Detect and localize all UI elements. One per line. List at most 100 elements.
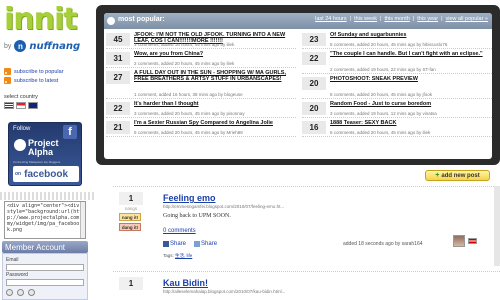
vote-count: 21 — [106, 121, 130, 134]
vote-label: nangs — [124, 206, 138, 211]
post-title-link[interactable]: A FULL DAY OUT IN THE SUN - SHOPPING W/ … — [134, 70, 294, 82]
popular-panel-inner: most popular: last 24 hours | this week … — [104, 13, 492, 159]
view-all-popular-link[interactable]: view all popular » — [446, 16, 489, 22]
post-url: http://alleselemahalap.blogspot.com/2010… — [163, 289, 286, 294]
vote-box: 1 nangs nang it! dang it! — [119, 192, 143, 231]
vote-count: 16 — [302, 121, 326, 134]
project-alpha-title-line2: Alpha — [28, 147, 54, 157]
plus-icon: + — [435, 172, 440, 179]
tag-link[interactable]: 生活, life — [175, 253, 192, 258]
posted-by: added 18 seconds ago by sarah164 — [343, 241, 423, 247]
tags-label: Tags: — [163, 253, 174, 258]
post-meta: 3 comments, added 20 hours, 45 mins ago … — [134, 111, 245, 116]
post-title-link[interactable]: "The couple I can handle. But I can't fi… — [330, 51, 490, 57]
tab-this-year[interactable]: this year — [417, 16, 438, 22]
vote-count: 27 — [106, 71, 130, 84]
by-label: by — [4, 42, 12, 50]
flag-australia-icon[interactable] — [28, 102, 38, 109]
post-meta: 3 comments, added 16 hours, 45 mins ago … — [134, 42, 235, 47]
popular-icon — [107, 17, 115, 25]
facebook-wordmark: facebook — [24, 168, 69, 180]
member-account-header: Member Account — [2, 241, 88, 253]
project-alpha-tagline: Connecting Malaysia's top bloggers — [13, 160, 61, 164]
post-meta: 2 comments, added 20 hours, 45 mins ago … — [134, 61, 235, 66]
password-label: Password — [6, 272, 28, 278]
nuffnang-icon: n — [14, 40, 27, 52]
select-country-label: select country — [4, 94, 38, 100]
tab-this-week[interactable]: this week — [354, 16, 377, 22]
avatar[interactable] — [453, 235, 465, 247]
share-label: Share — [170, 241, 187, 247]
post-title-link[interactable]: I'm a Sexier Russian Spy Compared to Ang… — [134, 120, 294, 126]
popular-item: 23 Of Sunday and sugarbunnies 5 comments… — [302, 31, 492, 49]
nang-it-button[interactable]: nang it! — [119, 213, 141, 221]
post-meta: 3 comments, added 19 hours, 12 mins ago … — [330, 111, 437, 116]
login-option-icon[interactable] — [6, 289, 13, 296]
rss-icon — [4, 77, 11, 84]
vote-count: 31 — [106, 52, 130, 65]
post-meta: 2 comments, added 19 hours, 22 mins ago … — [330, 67, 436, 72]
project-alpha-logo-icon — [14, 139, 26, 151]
flag-singapore-icon[interactable] — [16, 102, 26, 109]
vote-count: 1 — [119, 192, 143, 205]
subscribe-popular-link[interactable]: subscribe to popular — [4, 68, 64, 75]
facebook-badge: on facebook — [13, 166, 79, 182]
post-url: http://emmesngamfei.blogspot.com/2010/07… — [163, 204, 285, 209]
member-account-form: Email Password — [2, 253, 88, 300]
post-meta: 5 comments, added 20 hours, 45 mins ago … — [134, 130, 243, 135]
dang-it-button[interactable]: dang it! — [119, 223, 141, 231]
post-title-link[interactable]: Random Food - Just to curse boredom — [330, 101, 490, 107]
post-title-link[interactable]: Of Sunday and sugarbunnies — [330, 32, 490, 38]
post-tags: Tags: 生活, life — [163, 253, 192, 259]
scrollbar[interactable] — [494, 186, 500, 266]
flag-malaysia-icon[interactable] — [4, 102, 14, 109]
post-title-link[interactable]: 1888 Teaser: SEXY BACK — [330, 120, 490, 126]
login-option-icon[interactable] — [28, 289, 35, 296]
popular-item: 20 Random Food - Just to curse boredom 3… — [302, 100, 492, 118]
embed-code-text: <div align="center"><div style="backgrou… — [7, 203, 83, 233]
innit-logo[interactable]: innit — [4, 2, 78, 37]
by-nuffnang[interactable]: by n nuffnang — [4, 40, 80, 52]
popular-item: 31 Wow, are you from China? 2 comments, … — [106, 50, 296, 68]
feed-item: 1 nangs nang it! dang it! Feeling emo ht… — [113, 186, 500, 266]
project-alpha-title: Project Alpha — [28, 139, 59, 157]
share-icon — [194, 241, 201, 247]
country-flags — [4, 102, 38, 109]
post-excerpt: Going back to UPM SOON. — [163, 213, 231, 219]
popular-item: 22 "The couple I can handle. But I can't… — [302, 50, 492, 74]
rss-icon — [4, 68, 11, 75]
add-new-post-button[interactable]: + add new post — [425, 170, 490, 181]
tab-this-month[interactable]: this month — [384, 16, 409, 22]
facebook-share-button[interactable]: Share — [163, 241, 186, 247]
textarea-scrollbar[interactable] — [80, 202, 85, 238]
popular-column-left: 45 JFOOK: I'M NOT THE OLD JFOOK. TURNING… — [106, 31, 296, 138]
vote-count: 20 — [302, 102, 326, 115]
share-button[interactable]: Share — [194, 241, 217, 247]
vote-count: 20 — [302, 77, 326, 90]
post-title-link[interactable]: PHOTOSHOOT: SNEAK PREVIEW — [330, 76, 490, 82]
post-title-link[interactable]: Kau Bidin! — [163, 278, 208, 288]
auth-options — [6, 289, 84, 296]
post-title-link[interactable]: It's harder than I thought — [134, 101, 294, 107]
tab-last-24-hours[interactable]: last 24 hours — [315, 16, 347, 22]
popular-item: 20 PHOTOSHOOT: SNEAK PREVIEW 8 comments,… — [302, 75, 492, 99]
nuffnang-wordmark: nuffnang — [29, 40, 81, 52]
on-label: on — [15, 171, 22, 177]
embed-code-textarea[interactable]: <div align="center"><div style="backgrou… — [4, 201, 86, 239]
popular-tabs: last 24 hours | this week | this month |… — [315, 16, 488, 22]
facebook-icon — [163, 241, 169, 247]
feed-item: 1 Kau Bidin! http://alleselemahalap.blog… — [113, 271, 500, 300]
email-field[interactable] — [6, 264, 84, 271]
project-alpha-banner[interactable]: Follow f Project Alpha Connecting Malays… — [8, 122, 82, 186]
vote-count: 22 — [302, 52, 326, 65]
divider — [0, 192, 94, 200]
password-field[interactable] — [6, 279, 84, 286]
popular-column-right: 23 Of Sunday and sugarbunnies 5 comments… — [302, 31, 492, 138]
post-title-link[interactable]: Wow, are you from China? — [134, 51, 294, 57]
post-title-link[interactable]: Feeling emo — [163, 193, 216, 203]
login-option-icon[interactable] — [17, 289, 24, 296]
subscribe-latest-link[interactable]: subscribe to latest — [4, 77, 58, 84]
popular-item: 22 It's harder than I thought 3 comments… — [106, 100, 296, 118]
email-label: Email — [6, 257, 19, 263]
comments-link[interactable]: 0 comments — [163, 228, 196, 234]
